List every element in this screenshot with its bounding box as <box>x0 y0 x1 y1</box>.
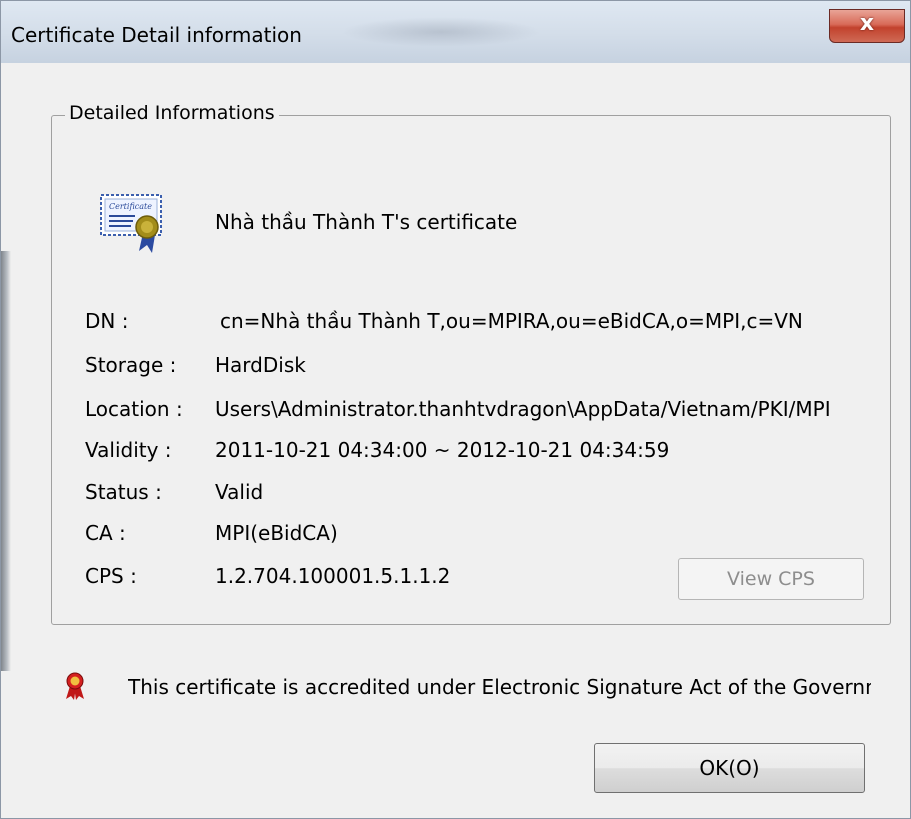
group-legend: Detailed Informations <box>65 102 279 124</box>
ok-button[interactable]: OK(O) <box>594 743 865 793</box>
close-button[interactable]: x <box>829 9 905 43</box>
ca-label: CA : <box>85 521 126 545</box>
location-value: Users\Administrator.thanhtvdragon\AppDat… <box>215 397 831 421</box>
dn-label: DN : <box>85 309 129 333</box>
cps-label: CPS : <box>85 564 137 588</box>
validity-label: Validity : <box>85 438 172 462</box>
view-cps-button[interactable]: View CPS <box>678 558 864 600</box>
certificate-name: Nhà thầu Thành T's certificate <box>215 210 518 234</box>
window-edge-shadow <box>1 251 11 671</box>
title-bar[interactable]: Certificate Detail information x <box>1 1 910 63</box>
certificate-icon: Certificate <box>100 194 162 253</box>
validity-value: 2011-10-21 04:34:00 ~ 2012-10-21 04:34:5… <box>215 438 670 462</box>
award-ribbon-icon <box>66 672 84 700</box>
certificate-detail-dialog: Certificate Detail information x Detaile… <box>0 0 911 819</box>
cps-value: 1.2.704.100001.5.1.1.2 <box>215 564 451 588</box>
title-bar-background <box>341 17 541 47</box>
location-label: Location : <box>85 397 183 421</box>
storage-value: HardDisk <box>215 353 306 377</box>
close-icon: x <box>859 11 875 36</box>
status-label: Status : <box>85 480 162 504</box>
storage-label: Storage : <box>85 353 177 377</box>
dn-value: cn=Nhà thầu Thành T,ou=MPIRA,ou=eBidCA,o… <box>220 309 803 333</box>
window-title: Certificate Detail information <box>11 23 302 47</box>
accreditation-notice: This certificate is accredited under Ele… <box>128 675 871 699</box>
status-value: Valid <box>215 480 264 504</box>
svg-text:Certificate: Certificate <box>109 202 152 211</box>
ca-value: MPI(eBidCA) <box>215 521 338 545</box>
